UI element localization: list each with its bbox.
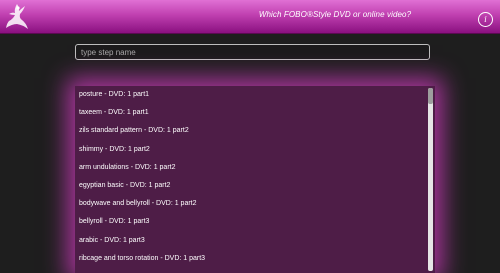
list-item[interactable]: egyptian basic - DVD: 1 part2 [75, 177, 425, 195]
scrollbar-thumb[interactable] [428, 88, 433, 104]
list-item[interactable]: arabic - DVD: 1 part3 [75, 232, 425, 250]
results-panel: posture - DVD: 1 part1 taxeem - DVD: 1 p… [75, 86, 435, 273]
list-item[interactable]: taxeem - DVD: 1 part1 [75, 104, 425, 122]
list-item[interactable]: zils standard pattern - DVD: 1 part2 [75, 122, 425, 140]
list-item[interactable]: bodywave and bellyroll - DVD: 1 part2 [75, 195, 425, 213]
results-list: posture - DVD: 1 part1 taxeem - DVD: 1 p… [75, 86, 425, 268]
results-scrollbar[interactable] [428, 88, 433, 271]
step-search-input[interactable] [75, 44, 430, 60]
list-item[interactable]: bellyroll - DVD: 1 part3 [75, 213, 425, 231]
dancer-logo-icon[interactable] [3, 2, 31, 31]
info-button[interactable]: i [478, 12, 493, 27]
list-item[interactable]: posture - DVD: 1 part1 [75, 86, 425, 104]
page-title: Which FOBO®Style DVD or online video? [258, 10, 412, 19]
list-item[interactable]: ribcage and torso rotation - DVD: 1 part… [75, 250, 425, 268]
app-header: Which FOBO®Style DVD or online video? i [0, 0, 500, 34]
list-item[interactable]: shimmy - DVD: 1 part2 [75, 141, 425, 159]
list-item[interactable]: arm undulations - DVD: 1 part2 [75, 159, 425, 177]
